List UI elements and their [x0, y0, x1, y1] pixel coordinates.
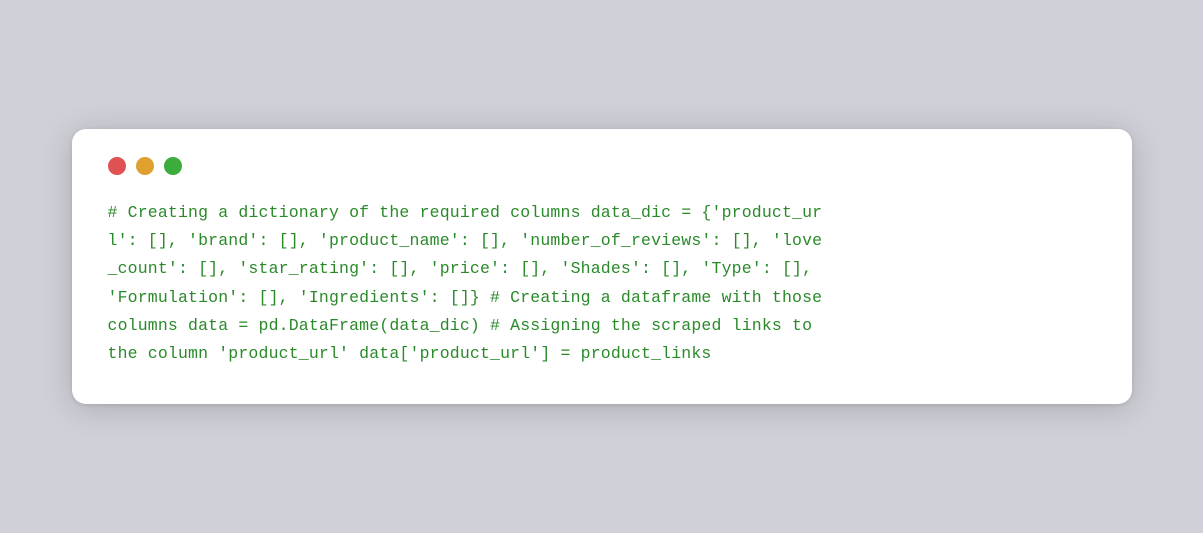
close-button[interactable]	[108, 157, 126, 175]
code-window: # Creating a dictionary of the required …	[72, 129, 1132, 403]
traffic-lights	[108, 157, 1096, 175]
code-content: # Creating a dictionary of the required …	[108, 199, 1096, 367]
minimize-button[interactable]	[136, 157, 154, 175]
maximize-button[interactable]	[164, 157, 182, 175]
